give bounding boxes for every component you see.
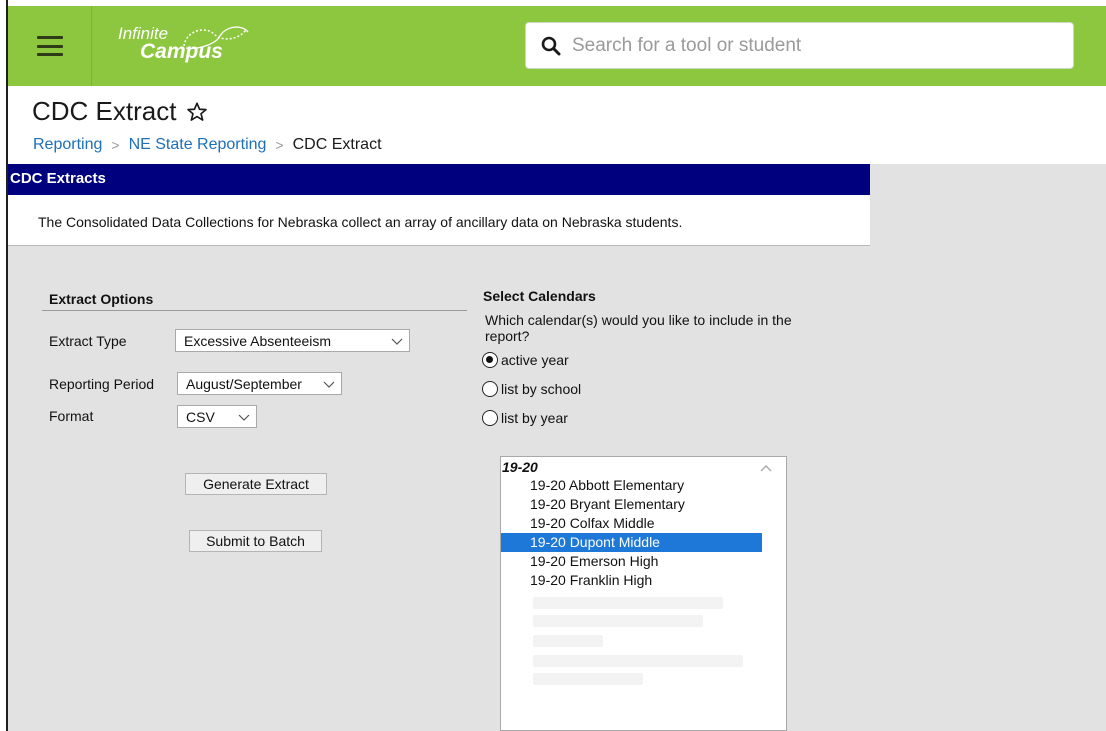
page-title-text: CDC Extract xyxy=(32,96,177,126)
menu-icon xyxy=(36,36,63,56)
breadcrumb-separator-icon: > xyxy=(275,137,284,153)
search-box[interactable] xyxy=(525,22,1074,69)
breadcrumb: Reporting > NE State Reporting > CDC Ext… xyxy=(33,136,382,154)
calendar-question-line2: report? xyxy=(485,328,530,344)
faded-list-item xyxy=(533,635,603,647)
radio-list-by-year[interactable]: list by year xyxy=(482,410,568,426)
extract-type-value: Excessive Absenteeism xyxy=(184,333,332,349)
format-label: Format xyxy=(49,408,94,424)
top-bar: Infinite Campus xyxy=(8,6,1106,86)
radio-active-year[interactable]: active year xyxy=(482,352,569,368)
extract-options-heading: Extract Options xyxy=(49,291,154,307)
submit-to-batch-button[interactable]: Submit to Batch xyxy=(189,530,322,552)
list-item[interactable]: 19-20 Franklin High xyxy=(501,571,762,590)
calendar-question: Which calendar(s) would you like to incl… xyxy=(485,312,792,344)
radio-button[interactable] xyxy=(482,381,498,397)
format-select[interactable]: CSV xyxy=(177,405,257,428)
list-item[interactable]: 19-20 Colfax Middle xyxy=(501,514,762,533)
radio-list-by-school[interactable]: list by school xyxy=(482,381,581,397)
faded-list-item xyxy=(533,615,703,627)
infinite-campus-logo[interactable]: Infinite Campus xyxy=(118,20,268,72)
radio-label: list by year xyxy=(501,410,568,426)
star-icon[interactable] xyxy=(186,101,208,123)
radio-label: active year xyxy=(501,352,569,368)
list-item-selected[interactable]: 19-20 Dupont Middle xyxy=(501,533,762,552)
page-title: CDC Extract xyxy=(32,96,208,127)
extract-type-label: Extract Type xyxy=(49,333,127,349)
reporting-period-label: Reporting Period xyxy=(49,376,155,392)
menu-button[interactable] xyxy=(8,6,92,86)
radio-label: list by school xyxy=(501,381,582,397)
search-icon xyxy=(541,36,561,55)
list-group-label: 19-20 xyxy=(502,459,538,475)
breadcrumb-ne-state-reporting[interactable]: NE State Reporting xyxy=(129,136,267,154)
breadcrumb-separator-icon: > xyxy=(111,137,120,153)
faded-list-item xyxy=(533,655,743,667)
radio-button[interactable] xyxy=(482,410,498,426)
chevron-up-icon[interactable] xyxy=(760,463,772,473)
search-input[interactable] xyxy=(570,33,1050,58)
select-calendars-heading: Select Calendars xyxy=(483,288,596,304)
radio-button-checked[interactable] xyxy=(482,352,498,368)
faded-list-item xyxy=(533,673,643,685)
extract-type-select[interactable]: Excessive Absenteeism xyxy=(175,329,410,352)
chevron-down-icon xyxy=(323,381,335,388)
content-area: CDC Extracts The Consolidated Data Colle… xyxy=(8,164,1106,731)
breadcrumb-reporting[interactable]: Reporting xyxy=(33,136,102,154)
breadcrumb-current: CDC Extract xyxy=(292,136,382,153)
list-item[interactable]: 19-20 Emerson High xyxy=(501,552,762,571)
calendar-listbox[interactable]: 19-20 19-20 Abbott Elementary 19-20 Brya… xyxy=(500,456,787,731)
list-item[interactable]: 19-20 Bryant Elementary xyxy=(501,495,762,514)
calendar-question-line1: Which calendar(s) would you like to incl… xyxy=(485,312,792,328)
section-banner: CDC Extracts xyxy=(8,164,870,195)
faded-list-item xyxy=(533,597,723,609)
app: Infinite Campus CDC Extract Reporting > … xyxy=(8,6,1106,731)
format-value: CSV xyxy=(186,409,215,425)
chevron-down-icon xyxy=(391,338,403,345)
window-border xyxy=(0,0,8,731)
chevron-down-icon xyxy=(238,414,250,421)
divider xyxy=(42,310,467,311)
section-description: The Consolidated Data Collections for Ne… xyxy=(8,195,870,246)
list-item[interactable]: 19-20 Abbott Elementary xyxy=(501,476,762,495)
reporting-period-value: August/September xyxy=(186,376,302,392)
reporting-period-select[interactable]: August/September xyxy=(177,372,342,395)
logo-text-campus: Campus xyxy=(140,40,223,63)
generate-extract-button[interactable]: Generate Extract xyxy=(185,473,327,495)
